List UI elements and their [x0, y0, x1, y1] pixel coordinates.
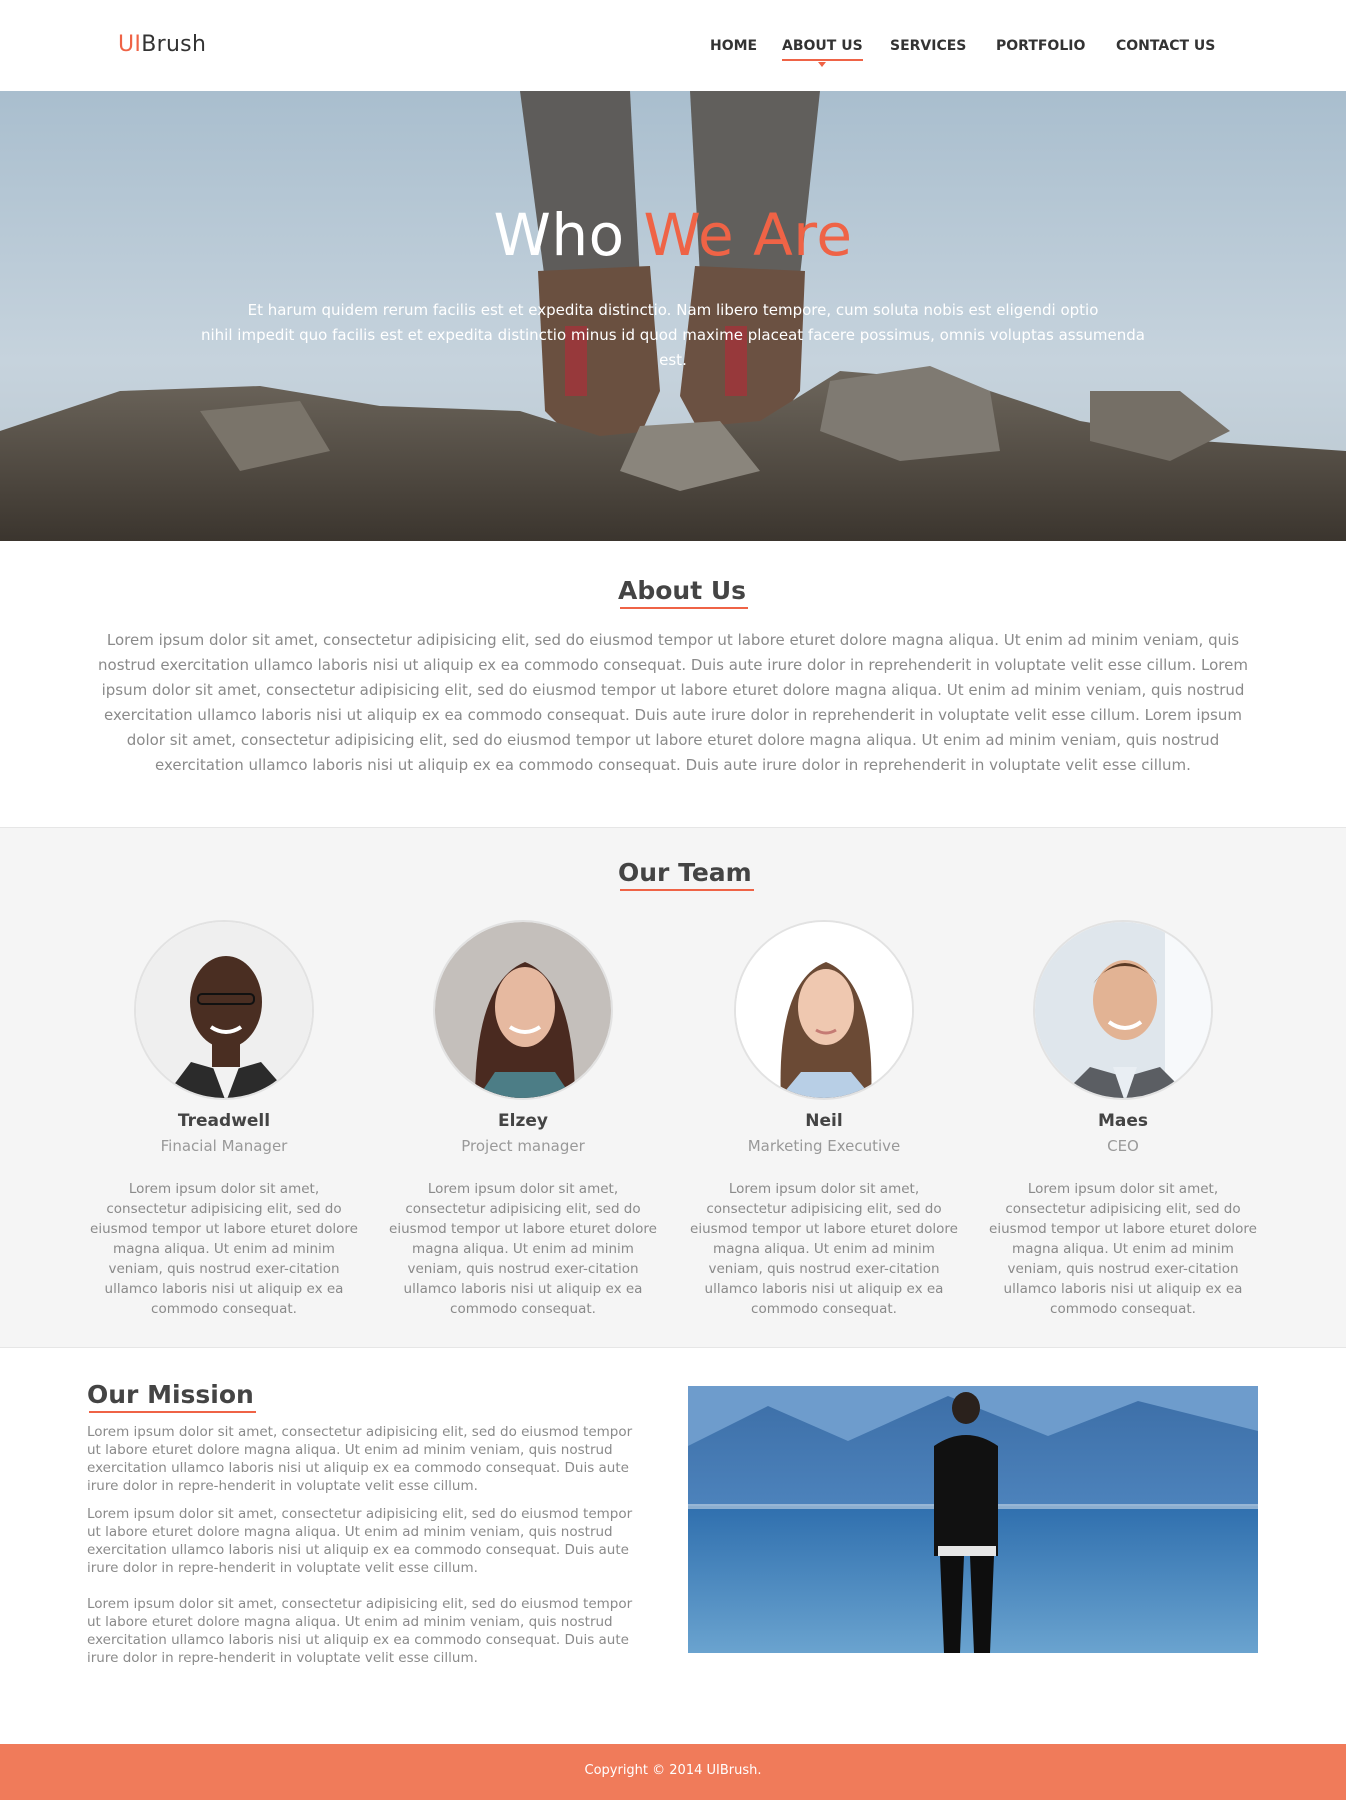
hero-subtitle: Et harum quidem rerum facilis est et exp… — [190, 298, 1156, 373]
nav-services[interactable]: SERVICES — [890, 38, 966, 54]
member-name: Treadwell — [177, 1111, 271, 1131]
about-section: About Us Lorem ipsum dolor sit amet, con… — [0, 541, 1346, 827]
mission-paragraph: Lorem ipsum dolor sit amet, consectetur … — [87, 1506, 633, 1576]
about-title: About Us — [618, 576, 749, 609]
mission-title: Our Mission — [87, 1380, 256, 1413]
mission-image — [688, 1386, 1258, 1653]
member-name: Maes — [1097, 1111, 1149, 1131]
member-avatar — [134, 920, 314, 1100]
member-name: Elzey — [498, 1111, 548, 1131]
team-member-card: Neil Marketing Executive Lorem ipsum dol… — [686, 920, 962, 1319]
member-avatar — [734, 920, 914, 1100]
member-bio: Lorem ipsum dolor sit amet, consectetur … — [389, 1181, 657, 1317]
site-footer: Copyright © 2014 UIBrush. — [0, 1744, 1346, 1800]
hero-title-part1: Who — [493, 201, 644, 269]
hero-title-accent: We Are — [643, 201, 853, 269]
about-text: Lorem ipsum dolor sit amet, consectetur … — [98, 631, 1248, 774]
member-name: Neil — [805, 1111, 843, 1131]
team-member-card: Elzey Project manager Lorem ipsum dolor … — [385, 920, 661, 1319]
member-role: Project manager — [461, 1137, 585, 1155]
team-member-card: Maes CEO Lorem ipsum dolor sit amet, con… — [985, 920, 1261, 1319]
mission-paragraph: Lorem ipsum dolor sit amet, consectetur … — [87, 1424, 633, 1494]
copyright-text: Copyright © 2014 UIBrush. — [584, 1763, 762, 1778]
hero-subtitle-line2: nihil impedit quo facilis est et expedit… — [201, 326, 1145, 369]
member-avatar — [433, 920, 613, 1100]
member-avatar — [1033, 920, 1213, 1100]
nav-portfolio[interactable]: PORTFOLIO — [996, 38, 1085, 54]
member-bio: Lorem ipsum dolor sit amet, consectetur … — [989, 1181, 1257, 1317]
nav-about-us[interactable]: ABOUT US — [782, 38, 863, 67]
hero-subtitle-line1: Et harum quidem rerum facilis est et exp… — [247, 301, 1099, 319]
member-role: Marketing Executive — [747, 1137, 901, 1155]
main-nav: HOME ABOUT US SERVICES PORTFOLIO CONTACT… — [0, 38, 1346, 67]
member-role: Finacial Manager — [160, 1137, 288, 1155]
mission-paragraph: Lorem ipsum dolor sit amet, consectetur … — [87, 1596, 633, 1666]
nav-home[interactable]: HOME — [710, 38, 757, 54]
mission-text: Lorem ipsum dolor sit amet, consectetur … — [87, 1423, 647, 1667]
mission-section: Our Mission Lorem ipsum dolor sit amet, … — [0, 1348, 1346, 1744]
nav-contact-us[interactable]: CONTACT US — [1116, 38, 1215, 54]
team-member-card: Treadwell Finacial Manager Lorem ipsum d… — [86, 920, 362, 1319]
member-bio: Lorem ipsum dolor sit amet, consectetur … — [90, 1181, 358, 1317]
member-role: CEO — [1107, 1137, 1139, 1155]
team-title: Our Team — [618, 858, 754, 891]
site-header: UIBrush HOME ABOUT US SERVICES PORTFOLIO… — [0, 0, 1346, 91]
hero-banner: Who We Are Et harum quidem rerum facilis… — [0, 91, 1346, 541]
hero-title: Who We Are — [0, 201, 1346, 269]
team-section: Our Team Treadwell Finacial Manager Lore… — [0, 827, 1346, 1348]
member-bio: Lorem ipsum dolor sit amet, consectetur … — [690, 1181, 958, 1317]
